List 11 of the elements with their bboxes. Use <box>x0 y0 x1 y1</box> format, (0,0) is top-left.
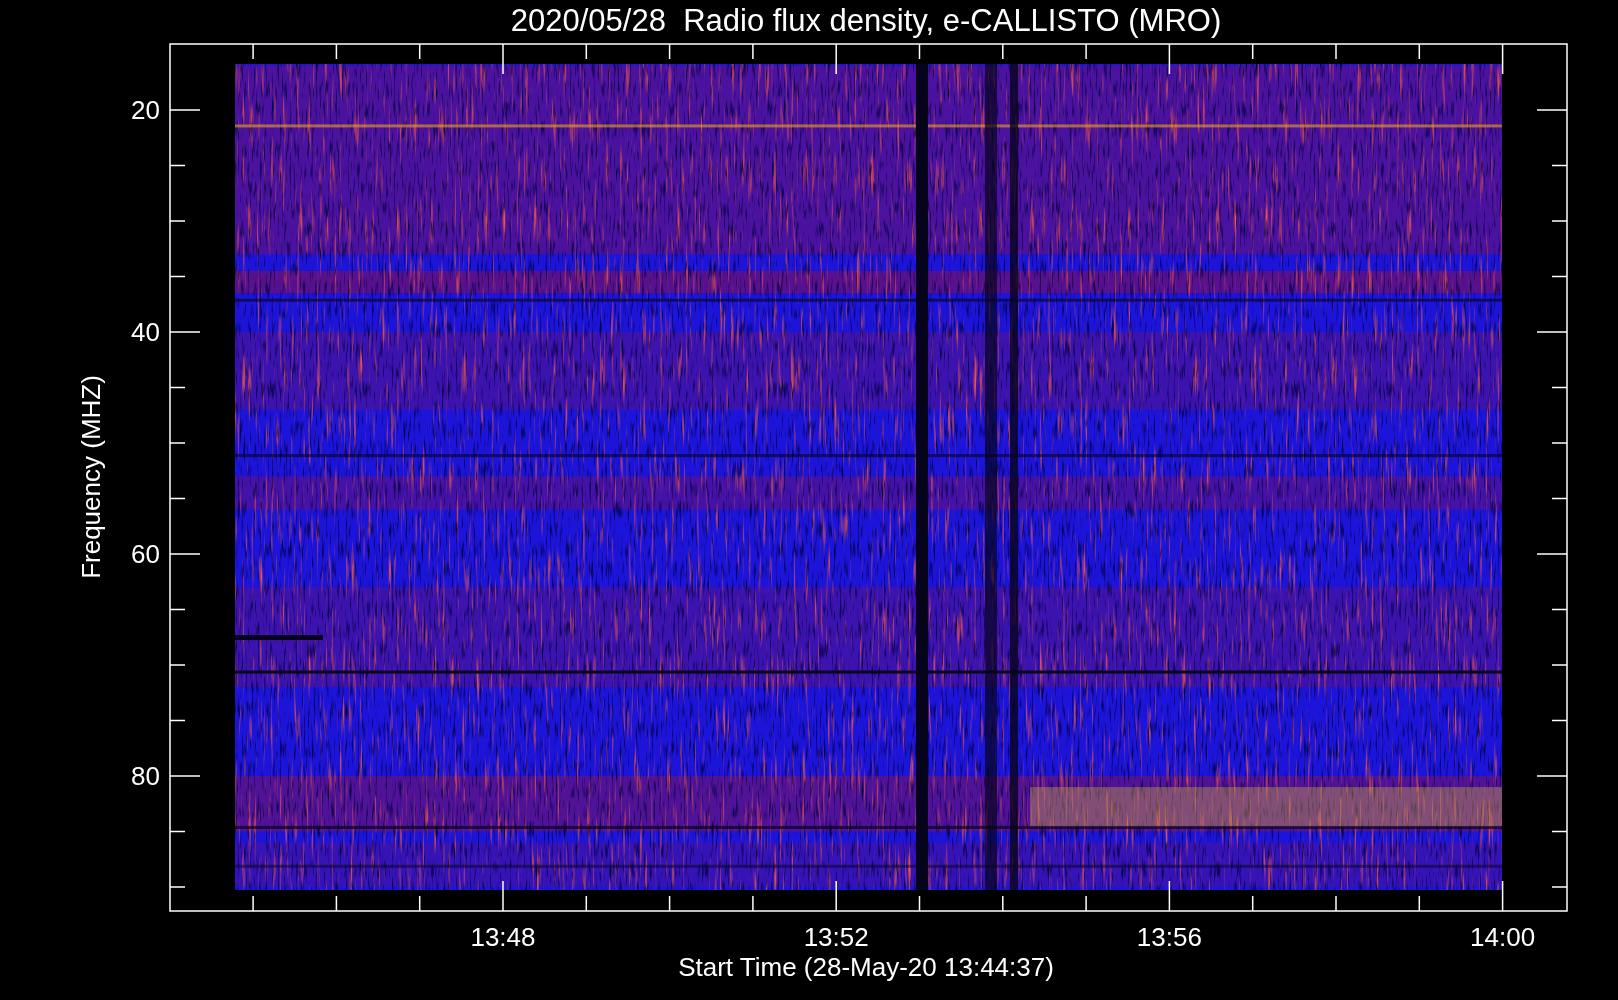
chart-title: 2020/05/28 Radio flux density, e-CALLISTO (MRO) <box>510 3 1222 38</box>
tick-label: 60 <box>131 539 160 569</box>
tick-label: 20 <box>131 95 160 125</box>
tick-label: 13:48 <box>470 922 536 952</box>
axis-title: Start Time (28-May-20 13:44:37) <box>678 952 1054 982</box>
tick-label: 13:52 <box>803 922 869 952</box>
tick-label: 13:56 <box>1136 922 1202 952</box>
tick-label: 80 <box>131 761 160 791</box>
tick-label: 14:00 <box>1470 922 1536 952</box>
tick-label: 40 <box>131 317 160 347</box>
axis-title: Frequency (MHZ) <box>76 375 106 579</box>
